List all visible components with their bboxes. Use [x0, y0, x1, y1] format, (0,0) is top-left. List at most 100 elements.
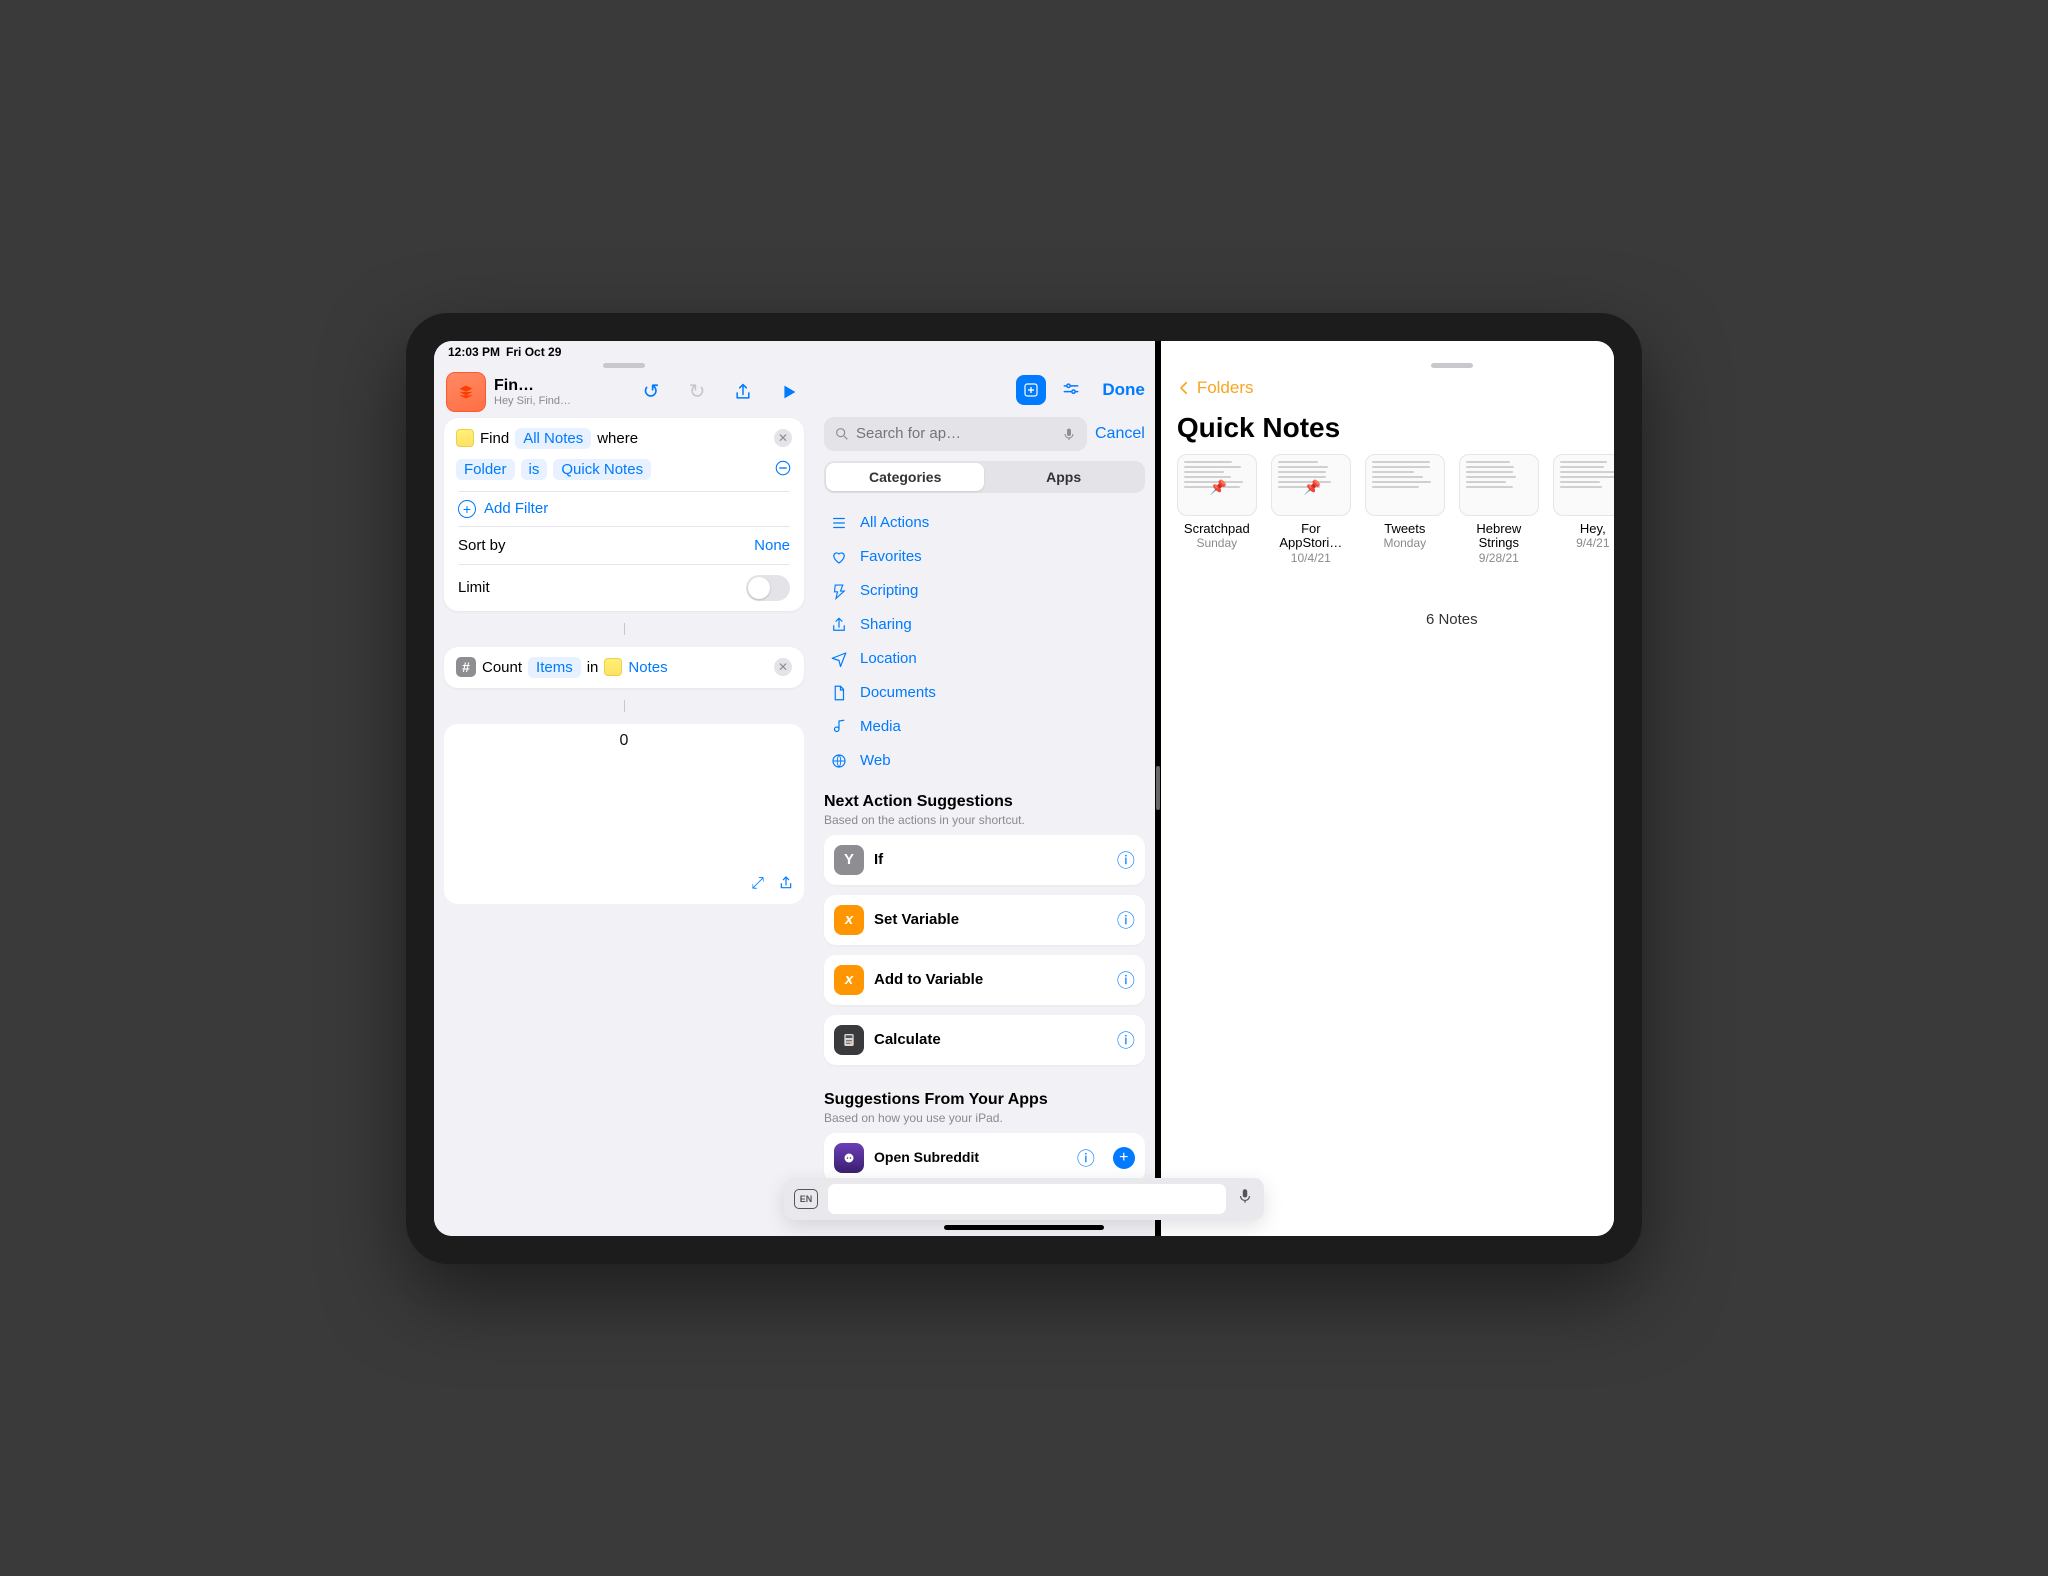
cancel-search-button[interactable]: Cancel — [1095, 425, 1145, 443]
note-title: Scratchpad — [1175, 522, 1259, 537]
note-title: Hey, — [1551, 522, 1614, 537]
notes-app-icon — [604, 658, 622, 676]
shortcut-icon[interactable] — [446, 372, 486, 412]
home-indicator[interactable] — [944, 1225, 1104, 1230]
limit-toggle[interactable] — [746, 575, 790, 601]
keyboard-candidate-bar[interactable] — [828, 1184, 1226, 1214]
result-card: 0 ⤢ — [444, 724, 804, 904]
shortcut-subtitle: Hey Siri, Find… — [494, 395, 571, 407]
split-view-handle[interactable] — [1155, 341, 1161, 1236]
remove-filter-icon[interactable] — [774, 459, 792, 477]
result-value: 0 — [444, 724, 804, 750]
category-media[interactable]: Media — [824, 711, 1145, 743]
add-filter-label: Add Filter — [484, 500, 548, 517]
filter-field[interactable]: Folder — [456, 459, 515, 480]
run-button[interactable] — [776, 379, 802, 405]
note-card[interactable]: TweetsMonday — [1365, 454, 1445, 566]
category-all-actions[interactable]: All Actions — [824, 507, 1145, 539]
notes-toolbar: Folders ⋯ — [1161, 370, 1614, 410]
count-verb: Count — [482, 659, 522, 676]
note-card[interactable]: Hebrew Strings9/28/21 — [1459, 454, 1539, 566]
note-thumbnail — [1459, 454, 1539, 516]
segment-apps[interactable]: Apps — [984, 463, 1142, 491]
shortcuts-app: 12:03 PM Fri Oct 29 Fin… Hey Siri, Find… — [434, 341, 1155, 1236]
clear-action-icon[interactable]: ✕ — [774, 429, 792, 447]
back-to-folders-button[interactable]: Folders — [1175, 378, 1254, 398]
note-date: Sunday — [1196, 536, 1237, 550]
info-icon[interactable]: ⓘ — [1077, 1145, 1095, 1171]
category-location[interactable]: Location — [824, 643, 1145, 675]
note-thumbnail: 📌 — [1271, 454, 1351, 516]
info-icon[interactable]: ⓘ — [1117, 847, 1135, 873]
info-icon[interactable]: ⓘ — [1117, 967, 1135, 993]
info-icon[interactable]: ⓘ — [1117, 907, 1135, 933]
done-button[interactable]: Done — [1102, 380, 1145, 400]
note-card[interactable]: Hey,9/4/21 — [1553, 454, 1614, 566]
filter-op[interactable]: is — [521, 459, 548, 480]
suggestion-if[interactable]: Y If ⓘ — [824, 835, 1145, 885]
filter-settings-button[interactable] — [1056, 375, 1086, 405]
variable-icon: x — [834, 905, 864, 935]
note-card[interactable]: 📌For AppStori…10/4/21 — [1271, 454, 1351, 566]
dictate-icon[interactable] — [1061, 426, 1077, 442]
expand-result-icon[interactable]: ⤢ — [751, 875, 764, 896]
next-suggestions-header: Next Action Suggestions — [824, 793, 1145, 811]
window-grabber[interactable] — [603, 363, 645, 368]
add-action-button[interactable] — [1016, 375, 1046, 405]
find-notes-action[interactable]: Find All Notes where ✕ Folder is Quick N… — [444, 418, 804, 611]
plus-icon: + — [458, 500, 476, 518]
search-input[interactable] — [856, 425, 1055, 442]
share-button[interactable] — [730, 379, 756, 405]
note-card[interactable]: 📌ScratchpadSunday — [1177, 454, 1257, 566]
search-icon — [834, 426, 850, 442]
app-suggestions-sub: Based on how you use your iPad. — [824, 1111, 1145, 1125]
note-thumbnail — [1553, 454, 1614, 516]
search-field[interactable] — [824, 417, 1087, 451]
status-bar-left: 12:03 PM Fri Oct 29 — [434, 341, 814, 359]
shortcut-title-block[interactable]: Fin… Hey Siri, Find… — [494, 377, 571, 407]
limit-label: Limit — [458, 579, 490, 596]
sort-by-label: Sort by — [458, 537, 506, 554]
count-action[interactable]: # Count Items in Notes ✕ — [444, 647, 804, 688]
count-items[interactable]: Items — [528, 657, 581, 678]
segment-categories[interactable]: Categories — [826, 463, 984, 491]
info-icon[interactable]: ⓘ — [1117, 1027, 1135, 1053]
undo-button[interactable]: ↺ — [638, 379, 664, 405]
library-segment[interactable]: Categories Apps — [824, 461, 1145, 493]
category-documents[interactable]: Documents — [824, 677, 1145, 709]
keyboard-language-button[interactable]: EN — [794, 1189, 818, 1209]
shortcut-title: Fin… — [494, 377, 571, 395]
find-scope[interactable]: All Notes — [515, 428, 591, 449]
category-list: All Actions Favorites Scripting Sharing … — [824, 507, 1145, 777]
quick-add-icon[interactable]: + — [1113, 1147, 1135, 1169]
suggestion-set-variable[interactable]: x Set Variable ⓘ — [824, 895, 1145, 945]
count-source[interactable]: Notes — [628, 659, 667, 676]
chevron-left-icon — [1175, 379, 1193, 397]
sort-by-row[interactable]: Sort by None — [444, 527, 804, 564]
category-web[interactable]: Web — [824, 745, 1145, 777]
app-suggestions-header: Suggestions From Your Apps — [824, 1091, 1145, 1109]
suggestion-add-to-variable[interactable]: x Add to Variable ⓘ — [824, 955, 1145, 1005]
notes-app: ▮▮▯ ➤ Folders ⋯ — [1161, 341, 1614, 1236]
filter-value[interactable]: Quick Notes — [553, 459, 651, 480]
notes-grid: 📌ScratchpadSunday📌For AppStori…10/4/21Tw… — [1161, 454, 1614, 566]
action-connector — [444, 700, 804, 712]
add-filter-button[interactable]: + Add Filter — [444, 492, 804, 526]
shortcut-editor-column: 12:03 PM Fri Oct 29 Fin… Hey Siri, Find… — [434, 341, 814, 1236]
count-in: in — [587, 659, 599, 676]
suggestion-open-subreddit[interactable]: Open Subreddit ⓘ + — [824, 1133, 1145, 1183]
category-scripting[interactable]: Scripting — [824, 575, 1145, 607]
clear-action-icon[interactable]: ✕ — [774, 658, 792, 676]
note-title: For AppStori… — [1269, 522, 1353, 552]
branch-icon: Y — [834, 845, 864, 875]
share-result-icon[interactable] — [778, 875, 794, 896]
window-grabber[interactable] — [1431, 363, 1473, 368]
note-thumbnail — [1365, 454, 1445, 516]
category-favorites[interactable]: Favorites — [824, 541, 1145, 573]
dictation-button[interactable] — [1236, 1187, 1254, 1210]
suggestion-calculate[interactable]: Calculate ⓘ — [824, 1015, 1145, 1065]
find-where: where — [597, 430, 638, 447]
note-title: Tweets — [1363, 522, 1447, 537]
category-sharing[interactable]: Sharing — [824, 609, 1145, 641]
keyboard-toolbar[interactable]: EN — [784, 1178, 1264, 1220]
